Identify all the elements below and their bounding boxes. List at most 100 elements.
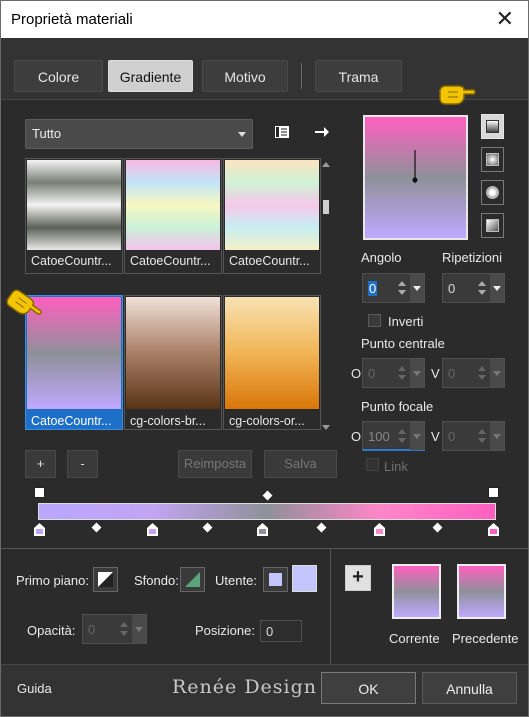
remove-gradient-button[interactable]: - — [67, 450, 98, 478]
position-field[interactable]: 0 — [260, 620, 302, 642]
user-swatch[interactable] — [292, 565, 317, 592]
linear-gradient-icon — [486, 120, 499, 133]
gradient-swatch-2[interactable]: CatoeCountr... — [124, 158, 222, 274]
add-to-swatches-button[interactable]: + — [345, 565, 371, 591]
gradient-swatch-5[interactable]: cg-colors-br... — [124, 295, 222, 430]
angle-spinner[interactable]: 0 — [362, 273, 425, 303]
angle-value[interactable]: 0 — [368, 281, 378, 296]
repeats-spinner[interactable]: 0 — [442, 273, 505, 303]
opacity-stop-left[interactable] — [34, 487, 45, 498]
arrow-right-icon[interactable] — [313, 123, 331, 141]
opacity-stop-right[interactable] — [488, 487, 499, 498]
gradient-swatch-3[interactable]: CatoeCountr... — [223, 158, 321, 274]
tab-motivo[interactable]: Motivo — [202, 60, 288, 92]
center-o-label: O — [351, 366, 362, 381]
gradient-swatch-5-preview — [126, 297, 220, 409]
opacity-stepper-icon[interactable] — [117, 615, 131, 643]
focal-o-dropdown-icon[interactable] — [410, 422, 424, 450]
gradient-swatch-3-label: CatoeCountr... — [229, 254, 310, 268]
center-o-spinner[interactable]: 0 — [362, 358, 425, 388]
angle-stepper-icon[interactable] — [395, 274, 409, 302]
watermark-logo: Renée Design — [172, 676, 317, 698]
background-swatch[interactable] — [180, 567, 205, 592]
center-v-value[interactable]: 0 — [448, 366, 455, 381]
save-button[interactable]: Salva — [264, 450, 337, 478]
gradient-type-rectangular[interactable] — [481, 147, 504, 172]
ok-button[interactable]: OK — [321, 672, 416, 704]
center-o-dropdown-icon[interactable] — [410, 359, 424, 387]
center-v-dropdown-icon[interactable] — [490, 359, 504, 387]
repeats-dropdown-icon[interactable] — [490, 274, 504, 302]
add-gradient-button[interactable]: + — [25, 450, 56, 478]
opacity-spinner[interactable]: 0 — [82, 614, 147, 644]
center-o-value[interactable]: 0 — [368, 366, 375, 381]
user-label: Utente: — [215, 573, 257, 588]
reset-button[interactable]: Reimposta — [178, 450, 252, 478]
focal-o-label: O — [351, 429, 362, 444]
focal-v-stepper-icon[interactable] — [475, 422, 489, 450]
color-stop-5[interactable] — [488, 523, 499, 536]
gradient-swatch-6-label: cg-colors-or... — [229, 414, 305, 428]
color-stop-4[interactable] — [374, 523, 385, 536]
previous-label: Precedente — [452, 631, 519, 646]
focal-o-value[interactable]: 100 — [368, 429, 390, 444]
center-o-stepper-icon[interactable] — [395, 359, 409, 387]
opacity-value[interactable]: 0 — [88, 622, 95, 637]
gradient-type-sunburst[interactable] — [481, 213, 504, 238]
foreground-label: Primo piano: — [16, 573, 89, 588]
help-link[interactable]: Guida — [17, 681, 52, 696]
invert-checkbox[interactable] — [368, 314, 381, 327]
category-select[interactable]: Tutto — [25, 119, 253, 149]
bottom-divider — [330, 548, 331, 664]
repeats-stepper-icon[interactable] — [475, 274, 489, 302]
center-point-label: Punto centrale — [361, 336, 445, 351]
focal-o-spinner[interactable]: 100 — [362, 421, 425, 451]
current-gradient-preview[interactable] — [392, 564, 441, 619]
color-stop-2[interactable] — [147, 523, 158, 536]
focal-v-dropdown-icon[interactable] — [490, 422, 504, 450]
gradient-swatch-1-preview — [27, 160, 121, 250]
focal-v-value[interactable]: 0 — [448, 429, 455, 444]
close-icon[interactable]: ✕ — [496, 7, 514, 31]
opacity-dropdown-icon[interactable] — [132, 615, 146, 643]
scroll-down-icon[interactable] — [322, 425, 330, 430]
watermark-text: Renée Design — [172, 676, 318, 698]
color-stop-3[interactable] — [257, 523, 268, 536]
repeats-value[interactable]: 0 — [448, 281, 455, 296]
gradient-preview[interactable] — [363, 115, 468, 240]
tab-trama[interactable]: Trama — [315, 60, 402, 92]
gradient-swatch-1[interactable]: CatoeCountr... — [25, 158, 123, 274]
focal-v-label: V — [431, 429, 440, 444]
gradient-editor-bar[interactable] — [38, 503, 496, 520]
pointing-hand-icon — [438, 82, 476, 112]
user-swatch-small[interactable] — [263, 567, 288, 592]
scroll-thumb[interactable] — [323, 200, 329, 214]
gradient-swatch-2-label: CatoeCountr... — [130, 254, 211, 268]
center-v-label: V — [431, 366, 440, 381]
angle-dropdown-icon[interactable] — [410, 274, 424, 302]
color-stop-1[interactable] — [34, 523, 45, 536]
link-checkbox[interactable] — [366, 458, 379, 471]
center-v-spinner[interactable]: 0 — [442, 358, 505, 388]
center-v-stepper-icon[interactable] — [475, 359, 489, 387]
library-icon[interactable] — [273, 123, 291, 141]
previous-gradient-preview[interactable] — [457, 564, 506, 619]
gradient-type-linear[interactable] — [481, 114, 504, 139]
sunburst-gradient-icon — [486, 219, 499, 232]
repeats-label: Ripetizioni — [442, 250, 502, 265]
link-label: Link — [384, 459, 408, 474]
angle-label: Angolo — [361, 250, 402, 265]
opacity-label: Opacità: — [27, 623, 76, 638]
scroll-up-icon[interactable] — [322, 162, 330, 167]
foreground-swatch[interactable] — [93, 567, 118, 592]
tab-colore[interactable]: Colore — [14, 60, 103, 92]
cancel-button[interactable]: Annulla — [422, 672, 517, 704]
gradient-type-radial[interactable] — [481, 180, 504, 205]
position-value[interactable]: 0 — [266, 624, 273, 639]
focal-o-stepper-icon[interactable] — [395, 422, 409, 450]
tab-gradiente[interactable]: Gradiente — [108, 60, 193, 92]
gradient-list-scrollbar[interactable] — [320, 160, 332, 432]
focal-v-spinner[interactable]: 0 — [442, 421, 505, 451]
gradient-swatch-6[interactable]: cg-colors-or... — [223, 295, 321, 430]
bottom-panel — [1, 548, 528, 664]
